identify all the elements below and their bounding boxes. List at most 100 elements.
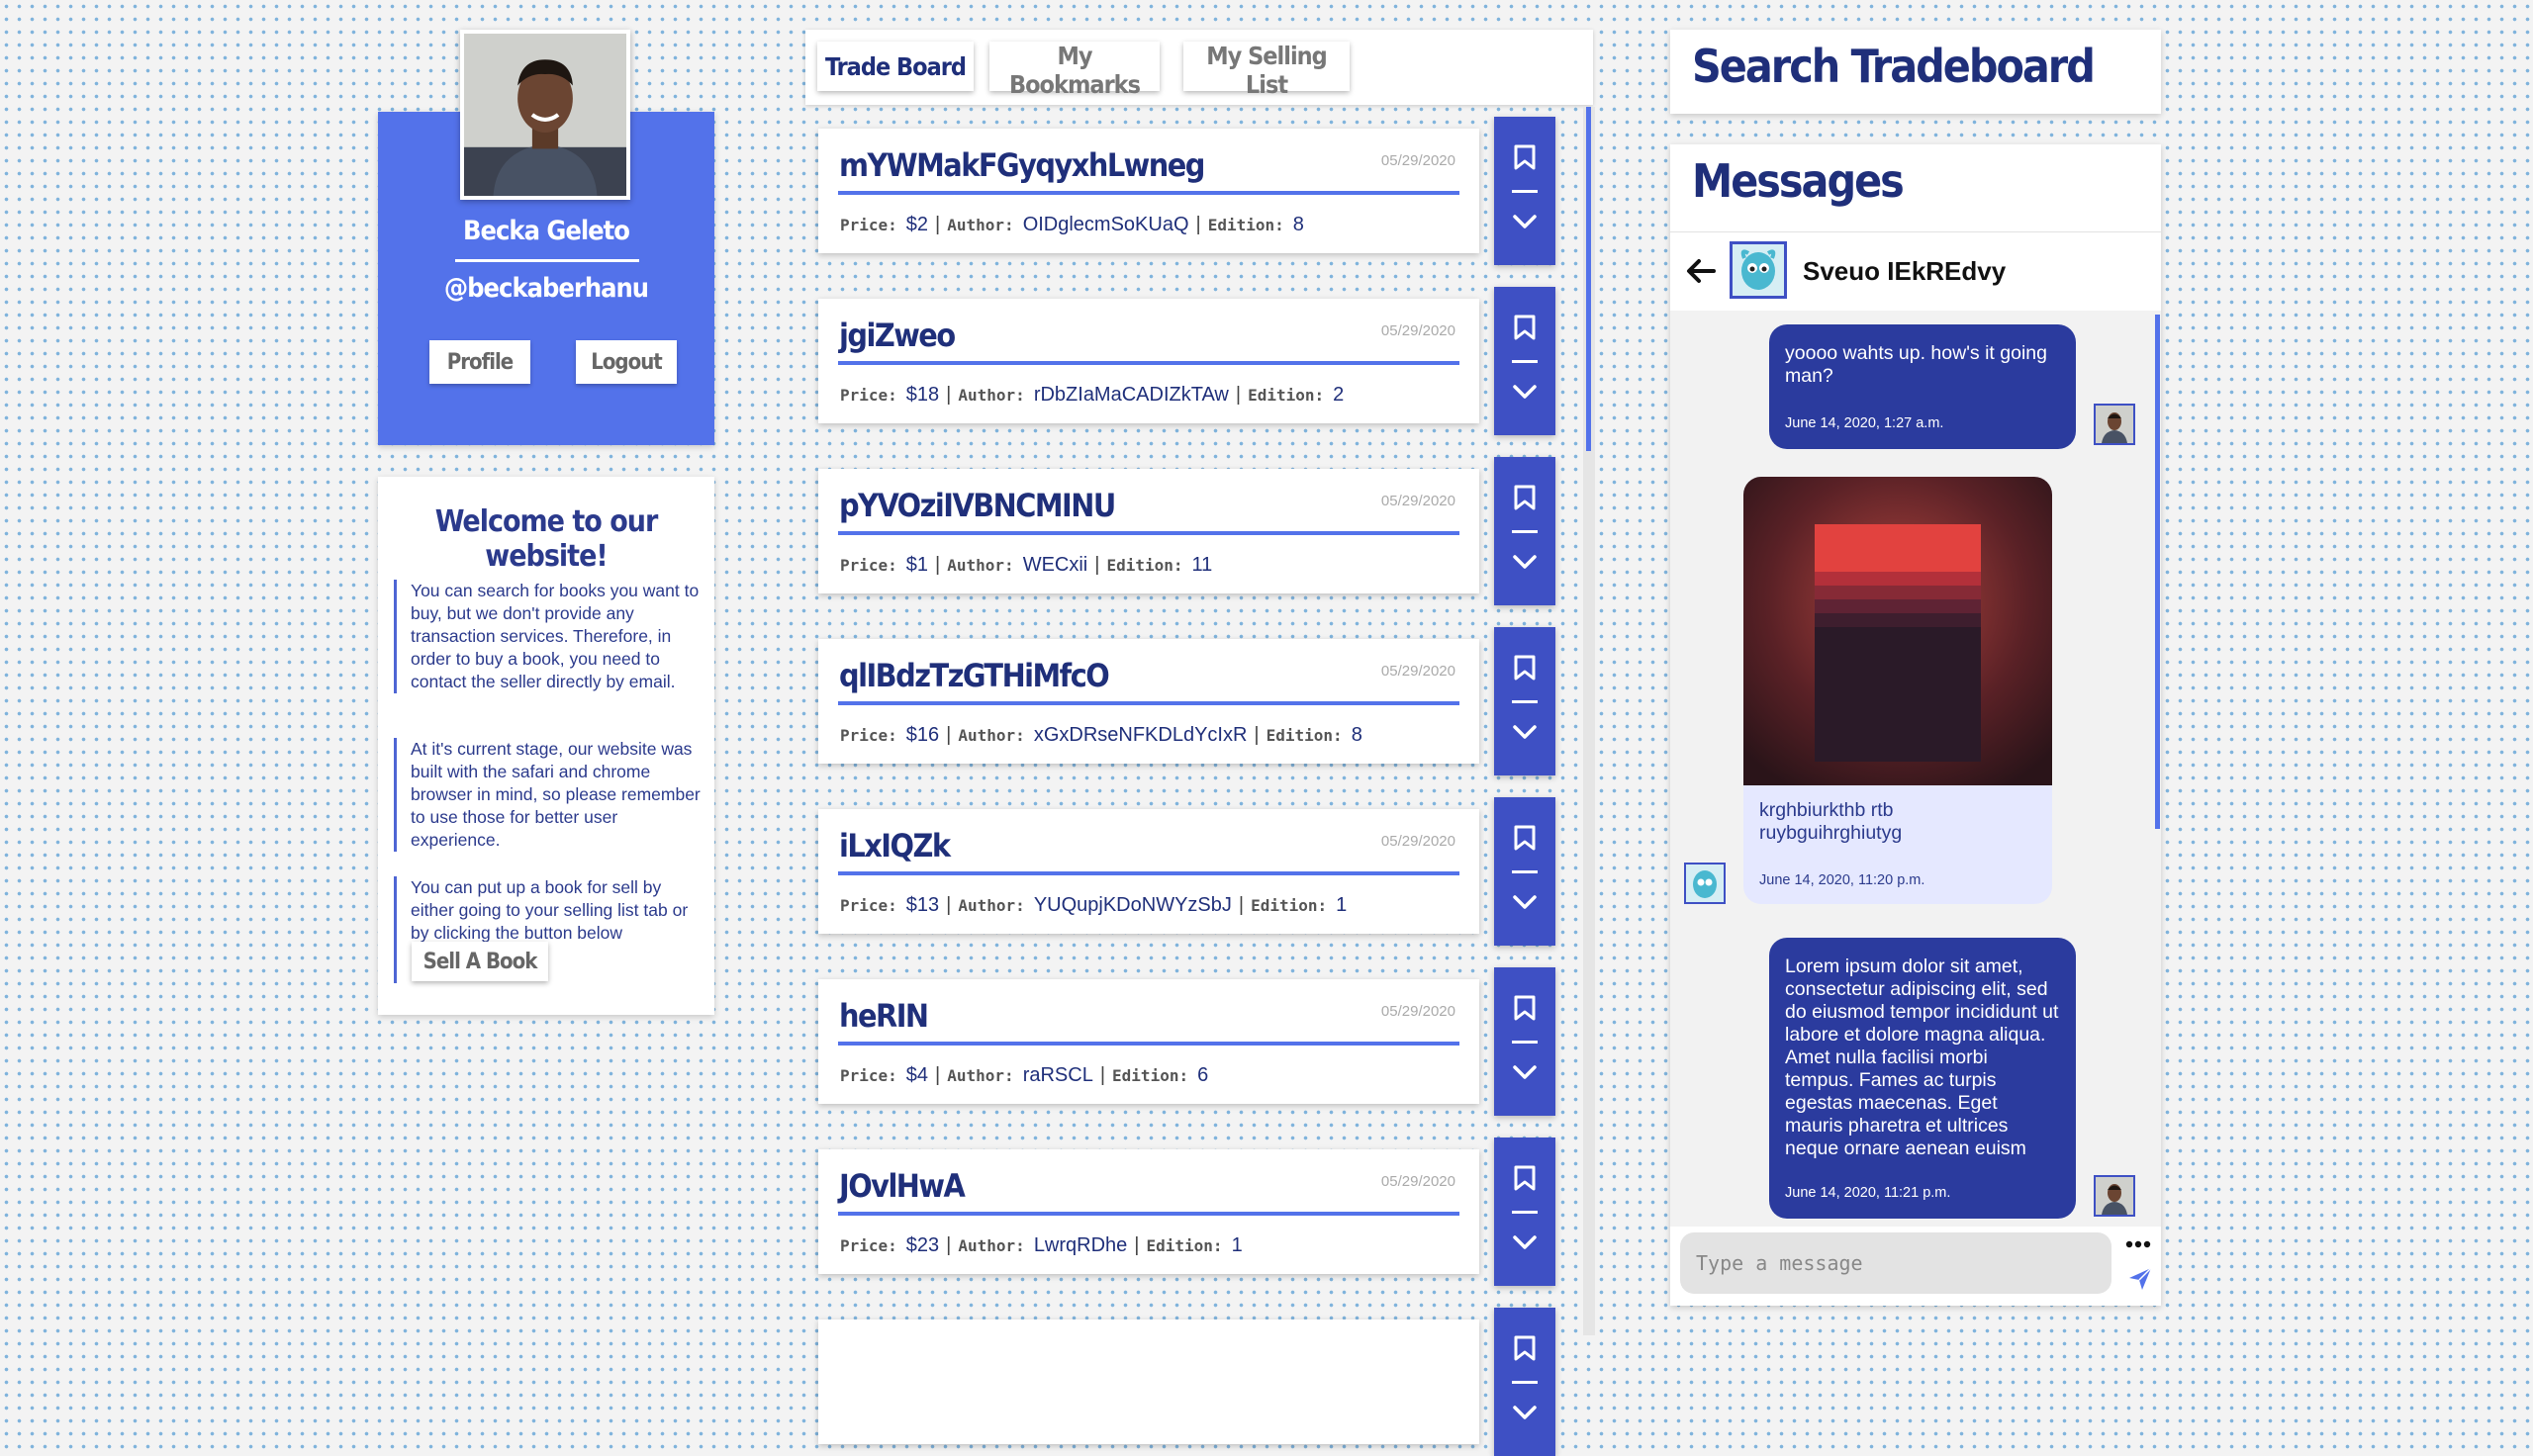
search-card[interactable]: Search Tradeboard [1670,30,2161,114]
listing-date: 05/29/2020 [1380,663,1455,680]
meta-separator: | [935,214,941,235]
listing-title[interactable]: qlIBdzTzGTHiMfcO [839,657,1110,694]
action-divider [1512,1381,1538,1384]
bookmark-icon[interactable] [1514,144,1536,170]
meta-separator: | [1094,554,1100,576]
listing-title[interactable]: jgiZweo [839,317,956,354]
listing-title[interactable]: JOvlHwA [839,1167,966,1205]
action-divider [1512,190,1538,193]
listing-card[interactable] [818,1320,1479,1444]
bookmark-icon[interactable] [1514,315,1536,340]
listing-card[interactable]: JOvlHwA 05/29/2020 Price: $23 | Author: LwrqRD… [818,1149,1479,1274]
listing-author: rDbZIaMaCADIZkTAw [1033,384,1229,406]
profile-name: Becka Geleto [463,216,630,246]
listing-title[interactable]: iLxIQZk [839,827,951,864]
listing-author: xGxDRseNFKDLdYcIxR [1033,724,1248,746]
chevron-down-icon[interactable] [1512,212,1538,231]
listing-meta: Price: $2 | Author: OIDglecmSoKUaQ | Edition: 8 [840,214,1304,236]
author-label: Author: [947,216,1014,234]
board-scrollbar-thumb[interactable] [1586,107,1591,451]
bookmark-icon[interactable] [1514,485,1536,510]
own-avatar [2094,1175,2135,1217]
message-image[interactable] [1743,477,2052,785]
profile-handle: @beckaberhanu [443,273,649,304]
chevron-down-icon[interactable] [1512,382,1538,402]
listing-card[interactable]: mYWMakFGyqyxhLwneg 05/29/2020 Price: $2 | Aut… [818,129,1479,253]
more-options-icon[interactable] [2125,1240,2151,1248]
bookmark-icon[interactable] [1514,1165,1536,1191]
meta-separator: | [946,724,952,746]
message-time: June 14, 2020, 1:27 a.m. [1785,415,1944,431]
listing-edition: 1 [1336,894,1348,916]
bookmark-icon[interactable] [1514,825,1536,851]
logout-button[interactable]: Logout [576,340,677,384]
listing-title[interactable]: heRIN [839,997,929,1035]
message-bubble-outgoing: Lorem ipsum dolor sit amet, consectetur … [1769,938,2076,1219]
edition-label: Edition: [1146,1236,1223,1255]
price-label: Price: [840,896,897,915]
contact-avatar[interactable] [1730,241,1787,299]
listing-underline [838,1212,1459,1216]
message-time: June 14, 2020, 11:20 p.m. [1759,872,1925,888]
listing-meta: Price: $16 | Author: xGxDRseNFKDLdYcIxR | Edit… [840,724,1362,747]
price-label: Price: [840,726,897,745]
messages-title: Messages [1692,154,1905,208]
listing-card[interactable]: qlIBdzTzGTHiMfcO 05/29/2020 Price: $16 | Auth… [818,639,1479,764]
meta-separator: | [1254,724,1260,746]
listing-meta: Price: $1 | Author: WECxii | Edition: 11 [840,554,1212,577]
back-arrow-icon[interactable] [1684,254,1718,288]
listing-actions [1494,1138,1555,1286]
listing-title[interactable]: mYWMakFGyqyxhLwneg [839,146,1205,184]
listing-title[interactable]: pYVOziIVBNCMINU [839,487,1116,524]
message-text: Lorem ipsum dolor sit amet, consectetur … [1785,956,2059,1159]
listing-meta: Price: $4 | Author: raRSCL | Edition: 6 [840,1064,1208,1087]
message-input[interactable] [1680,1232,2111,1294]
chevron-down-icon[interactable] [1512,1232,1538,1252]
listing-card[interactable]: jgiZweo 05/29/2020 Price: $18 | Author: rDbZIa… [818,299,1479,423]
edition-label: Edition: [1112,1066,1189,1085]
chevron-down-icon[interactable] [1512,722,1538,742]
listing-date: 05/29/2020 [1380,1173,1455,1190]
listing-card[interactable]: pYVOziIVBNCMINU 05/29/2020 Price: $1 | Author… [818,469,1479,593]
message-composer [1670,1227,2161,1306]
listing-card[interactable]: heRIN 05/29/2020 Price: $4 | Author: raRSCL | Ed… [818,979,1479,1104]
listing-date: 05/29/2020 [1380,152,1455,169]
message-text: krghbiurkthb rtb ruybguihrghiutyg [1759,799,1903,844]
bookmark-icon[interactable] [1514,1335,1536,1361]
tab-my-selling-list[interactable]: My Selling List [1183,42,1350,99]
listing-date: 05/29/2020 [1380,1003,1455,1020]
listing-card[interactable]: iLxIQZk 05/29/2020 Price: $13 | Author: YUQupj… [818,809,1479,934]
meta-separator: | [946,894,952,916]
chevron-down-icon[interactable] [1512,1062,1538,1082]
chat-area: yoooo wahts up. how's it going man? June… [1670,311,2161,1227]
edition-label: Edition: [1207,216,1284,234]
listing-edition: 6 [1197,1064,1209,1086]
listing-author: raRSCL [1022,1064,1093,1086]
price-label: Price: [840,386,897,405]
sell-book-button[interactable]: Sell A Book [412,942,548,981]
price-label: Price: [840,216,897,234]
listing-edition: 1 [1231,1234,1243,1256]
message-bubble-outgoing: yoooo wahts up. how's it going man? June… [1769,324,2076,449]
listing-edition: 8 [1351,724,1362,746]
tab-trade-board[interactable]: Trade Board [817,42,974,91]
profile-avatar [460,30,630,200]
listing-date: 05/29/2020 [1380,493,1455,509]
chat-scrollbar-thumb[interactable] [2155,315,2160,829]
bookmark-icon[interactable] [1514,655,1536,681]
chat-header: Sveuo IEkREdvy [1670,231,2161,312]
edition-label: Edition: [1106,556,1183,575]
tab-my-bookmarks[interactable]: My Bookmarks [989,42,1160,99]
profile-button[interactable]: Profile [429,340,530,384]
send-icon[interactable] [2127,1266,2153,1292]
welcome-title: Welcome to our website! [434,504,659,574]
author-label: Author: [947,1066,1014,1085]
listing-underline [838,871,1459,875]
chevron-down-icon[interactable] [1512,1403,1538,1422]
listing-price: $2 [905,214,929,235]
chevron-down-icon[interactable] [1512,892,1538,912]
listing-price: $1 [905,554,929,576]
chevron-down-icon[interactable] [1512,552,1538,572]
bookmark-icon[interactable] [1514,995,1536,1021]
listing-price: $13 [905,894,940,916]
